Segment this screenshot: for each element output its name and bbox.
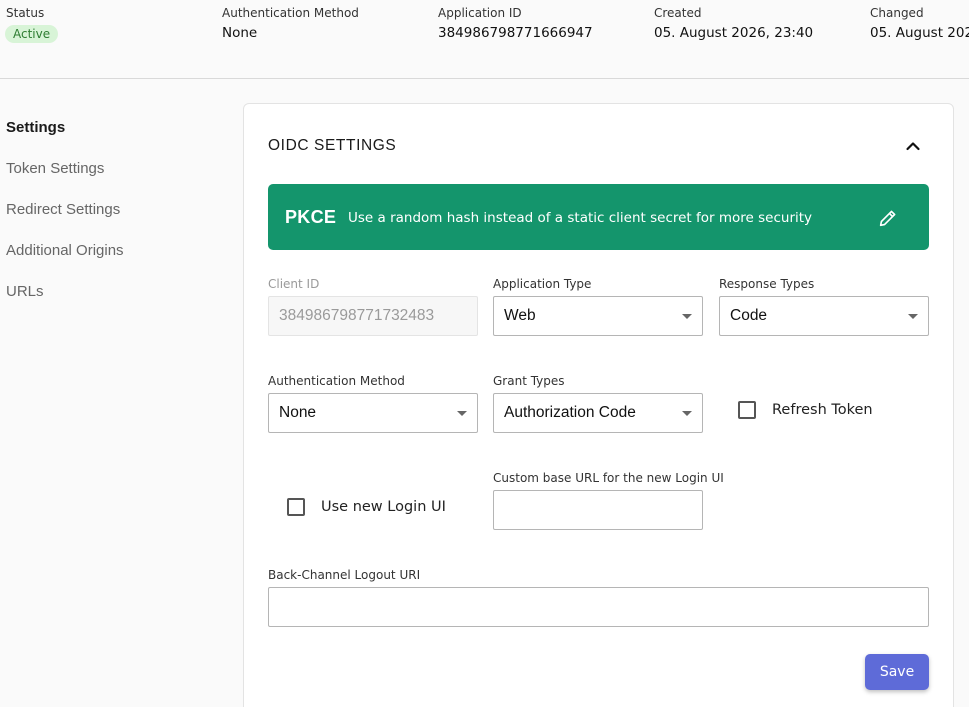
created-info: Created 05. August 2026, 23:40 — [654, 6, 813, 41]
refresh-token-label: Refresh Token — [772, 402, 873, 418]
grant-types-label: Grant Types — [493, 374, 565, 388]
card-title: OIDC SETTINGS — [268, 137, 397, 154]
changed-value: 05. August 2026 — [870, 25, 969, 41]
app-header: Status Active Authentication Method None… — [0, 0, 969, 79]
pkce-description: Use a random hash instead of a static cl… — [348, 210, 813, 226]
changed-label: Changed — [870, 6, 924, 20]
backchannel-logout-label: Back-Channel Logout URI — [268, 568, 421, 582]
oidc-settings-card: OIDC SETTINGS PKCE Use a random hash ins… — [243, 103, 954, 707]
status-label: Status — [6, 6, 45, 20]
auth-method-field: Authentication Method None — [268, 374, 478, 433]
grant-types-select[interactable]: Authorization Code — [493, 393, 703, 433]
auth-method-value: None — [222, 25, 258, 41]
app-id-label: Application ID — [438, 6, 522, 20]
response-types-value: Code — [730, 307, 768, 324]
app-id-value: 384986798771666947 — [438, 25, 593, 41]
dropdown-caret-icon — [908, 314, 918, 319]
app-id-info: Application ID 384986798771666947 — [438, 6, 593, 41]
client-id-label: Client ID — [268, 277, 320, 291]
response-types-field: Response Types Code — [719, 277, 929, 336]
nav-item-settings[interactable]: Settings — [6, 119, 226, 160]
response-types-select[interactable]: Code — [719, 296, 929, 336]
auth-method-label: Authentication Method — [268, 374, 405, 388]
created-label: Created — [654, 6, 702, 20]
pencil-icon[interactable] — [877, 207, 899, 229]
save-button[interactable]: Save — [865, 654, 929, 690]
created-value: 05. August 2026, 23:40 — [654, 25, 814, 41]
grant-types-field: Grant Types Authorization Code — [493, 374, 703, 433]
dropdown-caret-icon — [682, 411, 692, 416]
nav-item-additional-origins[interactable]: Additional Origins — [6, 242, 226, 283]
pkce-banner: PKCE Use a random hash instead of a stat… — [268, 184, 929, 250]
status-badge: Active — [5, 25, 59, 43]
new-login-ui-label: Use new Login UI — [321, 499, 446, 515]
auth-method-select[interactable]: None — [268, 393, 478, 433]
nav-item-redirect-settings[interactable]: Redirect Settings — [6, 201, 226, 242]
auth-method-label: Authentication Method — [222, 6, 359, 20]
nav-item-urls[interactable]: URLs — [6, 283, 226, 324]
nav-item-token-settings[interactable]: Token Settings — [6, 160, 226, 201]
application-type-label: Application Type — [493, 277, 592, 291]
custom-base-url-label: Custom base URL for the new Login UI — [493, 471, 724, 485]
changed-info: Changed 05. August 2026 — [870, 6, 969, 41]
backchannel-logout-field: Back-Channel Logout URI — [268, 568, 929, 627]
grant-types-value: Authorization Code — [504, 404, 636, 421]
custom-base-url-input[interactable] — [493, 490, 703, 530]
client-id-field: Client ID 384986798771732483 — [268, 277, 478, 336]
settings-nav: Settings Token Settings Redirect Setting… — [6, 119, 226, 324]
application-type-field: Application Type Web — [493, 277, 703, 336]
pkce-title: PKCE — [285, 207, 337, 227]
backchannel-logout-input[interactable] — [268, 587, 929, 627]
chevron-up-icon[interactable] — [903, 136, 923, 156]
dropdown-caret-icon — [457, 411, 467, 416]
client-id-input: 384986798771732483 — [268, 296, 478, 336]
auth-method-value: None — [279, 404, 317, 421]
response-types-label: Response Types — [719, 277, 815, 291]
application-type-select[interactable]: Web — [493, 296, 703, 336]
dropdown-caret-icon — [682, 314, 692, 319]
status-info: Status Active — [5, 6, 59, 43]
custom-base-url-field: Custom base URL for the new Login UI — [493, 471, 724, 530]
new-login-ui-checkbox[interactable] — [287, 498, 305, 516]
application-type-value: Web — [504, 307, 536, 324]
refresh-token-checkbox[interactable] — [738, 401, 756, 419]
auth-method-info: Authentication Method None — [222, 6, 359, 41]
